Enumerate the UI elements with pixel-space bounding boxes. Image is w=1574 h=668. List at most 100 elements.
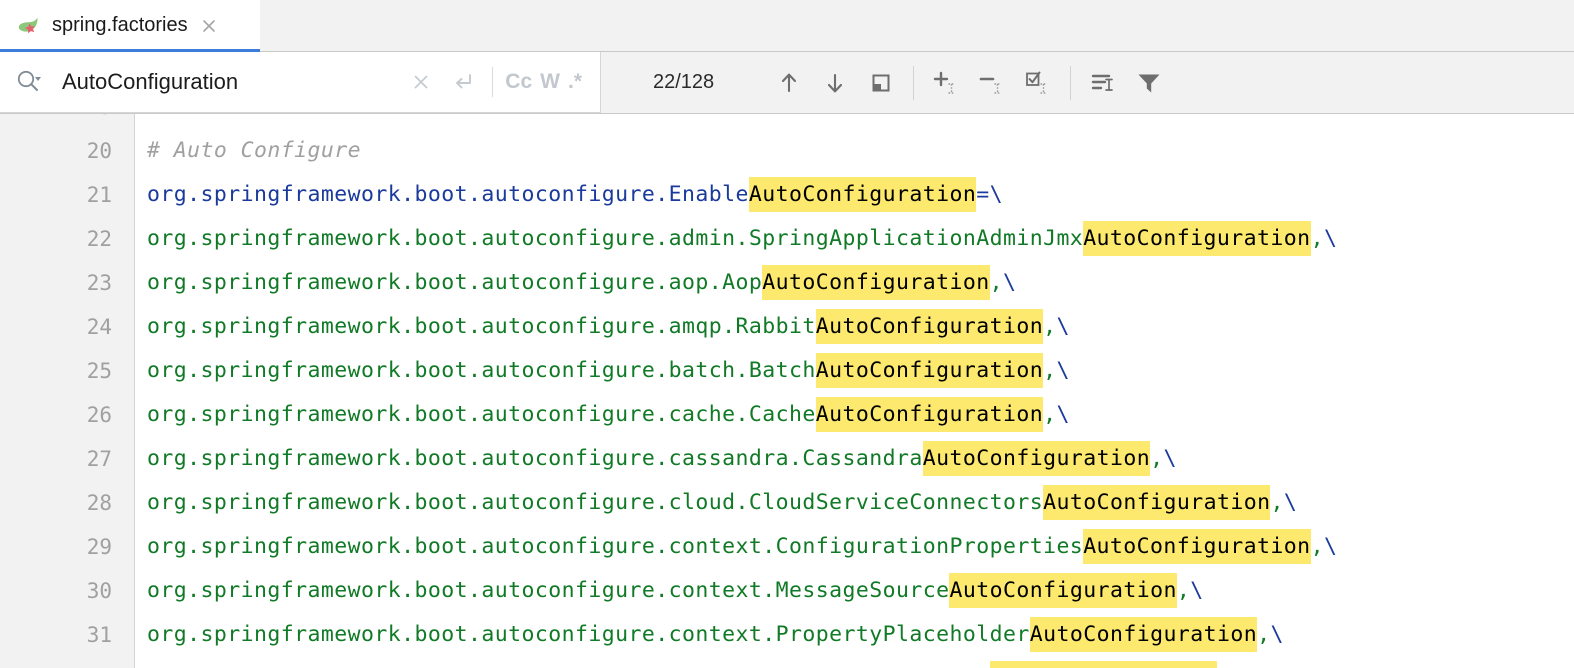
new-line-icon[interactable] [442, 62, 484, 102]
search-match-highlight: AutoConfiguration [815, 309, 1044, 344]
code-line[interactable]: org.springframework.boot.autoconfigure.d… [147, 657, 1244, 668]
line-number: 31 [86, 623, 112, 647]
add-cursor-icon[interactable] [923, 60, 969, 106]
code-line[interactable]: org.springframework.boot.autoconfigure.c… [147, 437, 1177, 481]
code-token: \ [1190, 578, 1204, 603]
code-token: org.springframework.boot.autoconfigure.a… [147, 226, 1084, 251]
code-token: , [1270, 490, 1284, 515]
line-number: 26 [86, 403, 112, 427]
code-token: , [989, 270, 1003, 295]
code-token: org.springframework.boot.autoconfigure.c… [147, 534, 1084, 559]
line-number-gutter: 19 20 21 22 23 24 25 26 27 28 29 30 31 32 [0, 114, 135, 668]
line-number: 25 [86, 359, 112, 383]
code-token: org.springframework.boot.autoconfigure.a… [147, 270, 763, 295]
search-match-highlight: AutoConfiguration [949, 573, 1177, 608]
code-token: \ [1002, 270, 1017, 295]
line-number: 30 [86, 579, 112, 603]
filter-icon[interactable] [1126, 60, 1172, 106]
code-token: \ [1270, 622, 1284, 647]
search-match-highlight: AutoConfiguration [1043, 485, 1271, 520]
code-token: \ [1283, 490, 1298, 515]
code-token: \ [1056, 314, 1070, 339]
code-token: org.springframework.boot.autoconfigure.c… [147, 622, 1030, 647]
line-number: 22 [86, 227, 112, 251]
toolbar-divider [492, 67, 494, 97]
code-token: , [1310, 226, 1324, 251]
line-number: 19 [12, 114, 112, 129]
line-number: 28 [86, 491, 112, 515]
code-content[interactable]: # Auto Configure org.springframework.boot… [136, 114, 1574, 668]
spring-leaf-icon [16, 13, 42, 39]
code-line[interactable]: org.springframework.boot.autoconfigure.a… [147, 217, 1337, 261]
code-token: , [1043, 314, 1057, 339]
code-line[interactable]: org.springframework.boot.autoconfigure.a… [147, 305, 1070, 349]
line-number: 21 [86, 183, 112, 207]
code-token: , [1043, 358, 1057, 383]
code-token: , [1257, 622, 1271, 647]
text-mode-icon[interactable] [1080, 60, 1126, 106]
code-line[interactable]: org.springframework.boot.autoconfigure.b… [147, 349, 1070, 393]
clear-icon[interactable] [400, 62, 442, 102]
search-match-highlight: AutoConfiguration [1029, 617, 1258, 652]
search-match-highlight: AutoConfiguration [1083, 529, 1311, 564]
code-token: , [1310, 534, 1324, 559]
code-line[interactable]: org.springframework.boot.autoconfigure.c… [147, 569, 1204, 613]
match-case-toggle[interactable]: Cc [501, 62, 536, 102]
ide-editor-window: spring.factories AutoConfiguration Cc W … [0, 0, 1574, 668]
search-match-highlight: AutoConfiguration [922, 441, 1151, 476]
match-counter: 22/128 [653, 71, 715, 93]
code-token: org.springframework.boot.autoconfigure.b… [147, 358, 816, 383]
code-token: \ [1323, 534, 1338, 559]
code-line[interactable]: org.springframework.boot.autoconfigure.c… [147, 481, 1297, 525]
line-number: 23 [86, 271, 112, 295]
code-token: org.springframework.boot.autoconfigure.c… [147, 490, 1044, 515]
toolbar-divider [913, 65, 915, 100]
code-line[interactable]: org.springframework.boot.autoconfigure.c… [147, 613, 1284, 657]
search-match-highlight: AutoConfiguration [815, 397, 1044, 432]
code-token: , [1043, 402, 1057, 427]
search-match-highlight: AutoConfiguration [989, 661, 1217, 668]
line-number: 32 [12, 657, 112, 668]
toolbar-divider [1070, 65, 1072, 100]
code-line[interactable]: org.springframework.boot.autoconfigure.c… [147, 525, 1337, 569]
code-token: , [1150, 446, 1164, 471]
code-line[interactable]: org.springframework.boot.autoconfigure.a… [147, 261, 1016, 305]
close-icon[interactable] [198, 15, 220, 37]
search-match-highlight: AutoConfiguration [815, 353, 1044, 388]
select-all-occurrences-icon[interactable] [1015, 60, 1061, 106]
code-token: org.springframework.boot.autoconfigure.c… [147, 446, 923, 471]
code-token: \ [1056, 402, 1070, 427]
arrow-down-icon[interactable] [812, 60, 858, 106]
editor-tab-spring-factories[interactable]: spring.factories [0, 0, 260, 52]
code-token: \ [1056, 358, 1070, 383]
code-token: org.springframework.boot.autoconfigure.c… [147, 578, 950, 603]
arrow-up-icon[interactable] [766, 60, 812, 106]
find-toolbar: AutoConfiguration Cc W .* 22/128 [0, 52, 1574, 114]
search-match-highlight: AutoConfiguration [748, 177, 977, 212]
search-match-highlight: AutoConfiguration [1083, 221, 1311, 256]
open-in-find-window-icon[interactable] [858, 60, 904, 106]
remove-cursor-icon[interactable] [969, 60, 1015, 106]
code-token: , [1176, 578, 1191, 603]
code-token: org.springframework.boot.autoconfigure.a… [147, 314, 816, 339]
code-editor[interactable]: 19 20 21 22 23 24 25 26 27 28 29 30 31 32 # Auto Conf… [0, 114, 1574, 668]
editor-tab-label: spring.factories [52, 14, 188, 36]
search-input-container[interactable]: AutoConfiguration Cc W .* [0, 52, 601, 113]
code-line[interactable]: org.springframework.boot.autoconfigure.E… [147, 173, 1003, 217]
editor-tab-bar: spring.factories [0, 0, 1574, 52]
code-token: \ [1323, 226, 1338, 251]
line-number: 29 [86, 535, 112, 559]
code-line[interactable]: org.springframework.boot.autoconfigure.c… [147, 393, 1070, 437]
search-input[interactable]: AutoConfiguration [58, 69, 400, 95]
search-dropdown-icon[interactable] [14, 62, 58, 102]
words-toggle[interactable]: W [536, 62, 564, 102]
code-line[interactable]: # Auto Configure [147, 129, 361, 173]
line-number: 20 [86, 139, 112, 163]
code-token: org.springframework.boot.autoconfigure.E… [147, 182, 749, 207]
find-actions: 22/128 [601, 52, 1574, 113]
code-token: org.springframework.boot.autoconfigure.c… [147, 402, 816, 427]
line-number: 24 [86, 315, 112, 339]
code-token: \ [1163, 446, 1177, 471]
regex-toggle[interactable]: .* [564, 62, 586, 102]
code-token: =\ [976, 182, 1003, 207]
